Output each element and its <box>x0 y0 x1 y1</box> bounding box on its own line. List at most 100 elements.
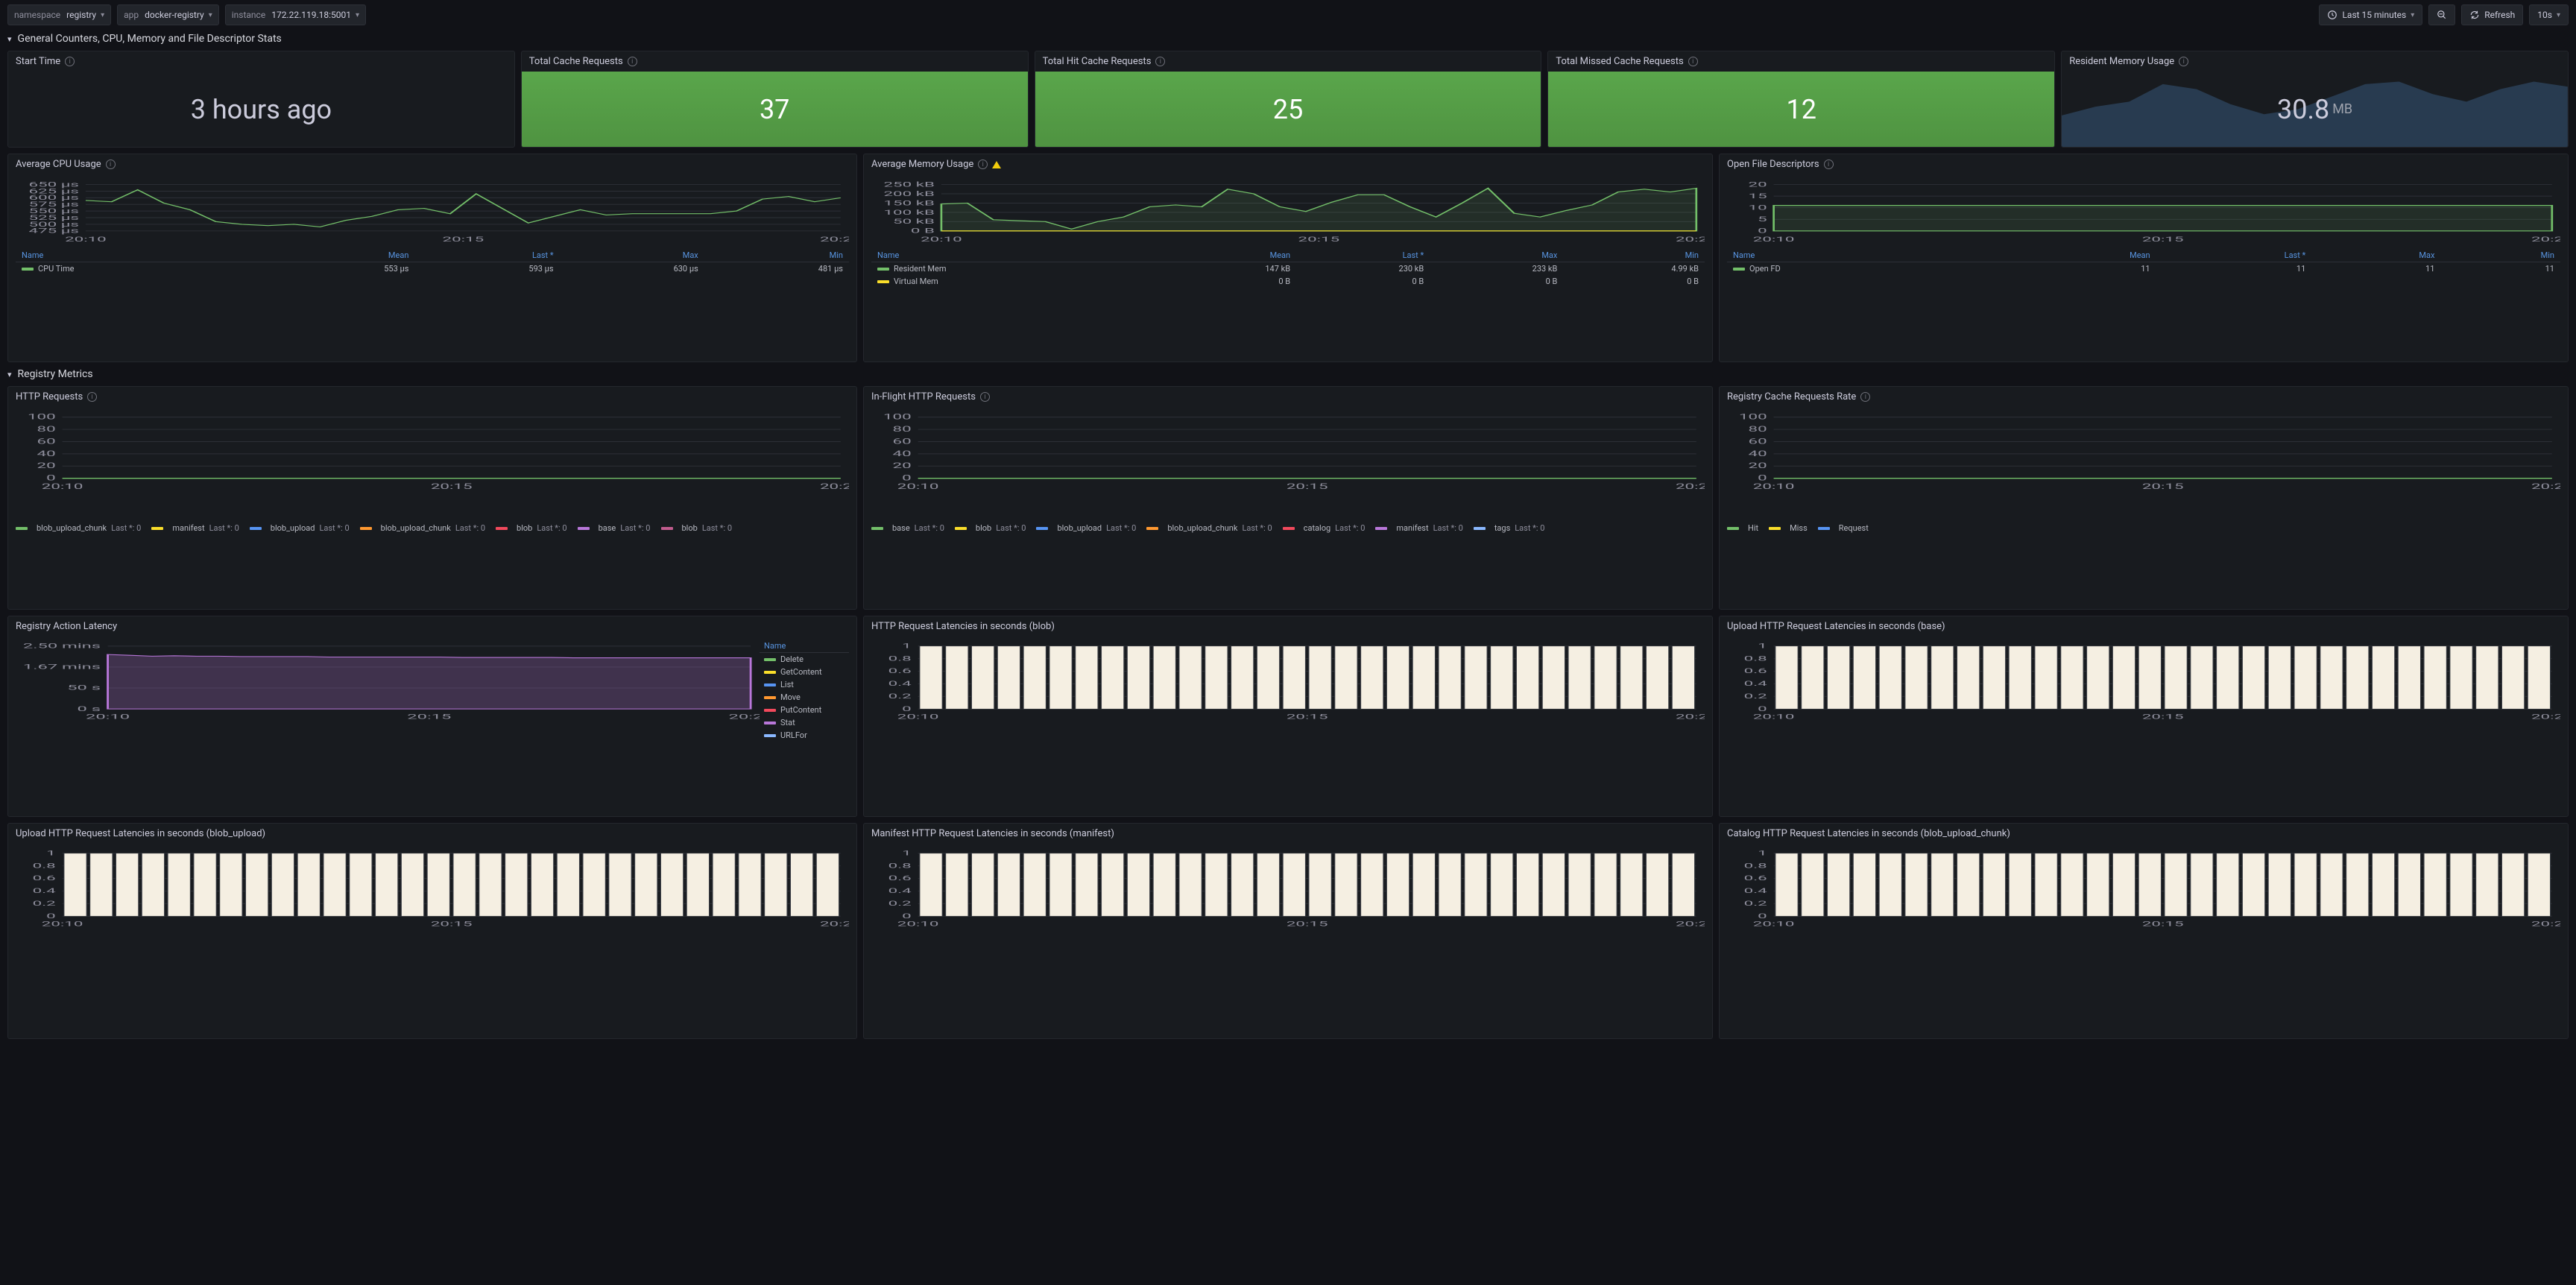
clock-icon <box>2327 10 2337 20</box>
chevron-down-icon: ▾ <box>2557 11 2560 19</box>
svg-text:0: 0 <box>1758 705 1767 713</box>
legend: blob_upload_chunkLast *: 0 manifestLast *… <box>8 519 856 537</box>
svg-text:20: 20 <box>37 462 56 470</box>
refresh-icon <box>2469 10 2480 20</box>
svg-text:50 kB: 50 kB <box>893 218 935 226</box>
legend-item[interactable]: blob_uploadLast *: 0 <box>1036 523 1136 533</box>
svg-text:20:10: 20:10 <box>897 713 939 721</box>
svg-text:0.2: 0.2 <box>1744 692 1767 700</box>
panel-title: In-Flight HTTP Requests <box>871 391 976 402</box>
panel-resident-mem-stat[interactable]: Resident Memory Usage i 30.8 MB <box>2061 51 2569 148</box>
legend-item[interactable]: Request <box>1818 523 1869 533</box>
filter-namespace[interactable]: namespace registry ▾ <box>7 4 111 25</box>
section-general-header[interactable]: ▾ General Counters, CPU, Memory and File… <box>7 33 2569 45</box>
panel-start-time[interactable]: Start Time i 3 hours ago <box>7 51 515 148</box>
panel-title: HTTP Requests <box>16 391 83 402</box>
panel-title: Total Missed Cache Requests <box>1556 56 1683 67</box>
panel-latency-blob-upload[interactable]: Upload HTTP Request Latencies in seconds… <box>7 823 857 1039</box>
panel-latency-blob[interactable]: HTTP Request Latencies in seconds (blob)… <box>863 616 1713 817</box>
legend-item[interactable]: tagsLast *: 0 <box>1474 523 1545 533</box>
panel-cache-rate[interactable]: Registry Cache Requests Rate i 020406080… <box>1719 386 2569 610</box>
legend-table: Name Mean Last * Max Min CPU Time553 µs5… <box>16 249 849 275</box>
chevron-down-icon: ▾ <box>7 34 12 44</box>
svg-text:0: 0 <box>1758 912 1767 920</box>
svg-text:60: 60 <box>893 438 912 446</box>
svg-text:0: 0 <box>902 705 912 713</box>
info-icon[interactable]: i <box>65 57 75 66</box>
section-registry-header[interactable]: ▾ Registry Metrics <box>7 368 2569 380</box>
legend-item[interactable]: baseLast *: 0 <box>871 523 944 533</box>
legend-item[interactable]: baseLast *: 0 <box>578 523 651 533</box>
panel-total-cache[interactable]: Total Cache Requests i 37 <box>521 51 1029 148</box>
legend-item[interactable]: Miss <box>1769 523 1808 533</box>
svg-text:20:20: 20:20 <box>820 921 849 928</box>
svg-text:20:15: 20:15 <box>2142 921 2184 928</box>
warning-icon[interactable] <box>992 161 1001 168</box>
svg-text:20:20: 20:20 <box>1676 921 1705 928</box>
refresh-button[interactable]: Refresh <box>2461 4 2523 25</box>
legend-item[interactable]: blob_upload_chunkLast *: 0 <box>1146 523 1272 533</box>
info-icon[interactable]: i <box>628 57 637 66</box>
panel-http-requests[interactable]: HTTP Requests i 02040608010020:1020:1520… <box>7 386 857 610</box>
filter-instance[interactable]: instance 172.22.119.18:5001 ▾ <box>225 4 366 25</box>
legend-item[interactable]: blobLast *: 0 <box>955 523 1026 533</box>
toolbar: namespace registry ▾ app docker-registry… <box>7 4 2569 25</box>
svg-text:0.2: 0.2 <box>888 692 912 700</box>
svg-text:40: 40 <box>893 449 912 458</box>
svg-text:5: 5 <box>1758 215 1767 224</box>
info-icon[interactable]: i <box>1688 57 1698 66</box>
info-icon[interactable]: i <box>2179 57 2188 66</box>
section-title: Registry Metrics <box>18 368 93 380</box>
svg-text:20:10: 20:10 <box>1753 921 1795 928</box>
flat-chart: 02040608010020:1020:1520:20 <box>16 410 849 492</box>
legend-item[interactable]: blob_upload_chunkLast *: 0 <box>360 523 485 533</box>
info-icon[interactable]: i <box>87 392 97 402</box>
refresh-interval-picker[interactable]: 10s ▾ <box>2529 4 2569 25</box>
svg-text:20:10: 20:10 <box>86 713 130 721</box>
legend-item[interactable]: blob_uploadLast *: 0 <box>250 523 350 533</box>
svg-text:20:15: 20:15 <box>2142 483 2184 491</box>
filter-app[interactable]: app docker-registry ▾ <box>117 4 219 25</box>
panel-total-miss[interactable]: Total Missed Cache Requests i 12 <box>1547 51 2055 148</box>
legend-item[interactable]: blob_upload_chunkLast *: 0 <box>16 523 141 533</box>
svg-text:20:15: 20:15 <box>407 713 451 721</box>
svg-text:0.6: 0.6 <box>888 667 912 675</box>
panel-title: Total Hit Cache Requests <box>1043 56 1152 67</box>
svg-text:0.8: 0.8 <box>1744 862 1767 870</box>
svg-text:20:15: 20:15 <box>1287 483 1328 491</box>
legend-table: Name Mean Last * Max Min Open FD11111111 <box>1727 249 2560 275</box>
svg-text:0.6: 0.6 <box>33 874 56 882</box>
legend-item[interactable]: manifestLast *: 0 <box>151 523 239 533</box>
timerange-picker[interactable]: Last 15 minutes ▾ <box>2319 4 2422 25</box>
legend-item[interactable]: blobLast *: 0 <box>496 523 567 533</box>
bar-chart: 00.20.40.60.8120:1020:1520:20 <box>871 847 1705 929</box>
legend-item[interactable]: blobLast *: 0 <box>661 523 733 533</box>
legend-item[interactable]: catalogLast *: 0 <box>1283 523 1366 533</box>
info-icon[interactable]: i <box>978 160 988 169</box>
svg-text:1: 1 <box>1758 642 1767 650</box>
info-icon[interactable]: i <box>980 392 990 402</box>
svg-text:100: 100 <box>1739 413 1767 421</box>
svg-text:100: 100 <box>883 413 912 421</box>
panel-avg-cpu[interactable]: Average CPU Usage i 475 µs500 µs525 µs55… <box>7 154 857 362</box>
info-icon[interactable]: i <box>1155 57 1165 66</box>
legend-table: Name Mean Last * Max Min Resident Mem147… <box>871 249 1705 288</box>
panel-avg-mem[interactable]: Average Memory Usage i 0 B50 kB100 kB150… <box>863 154 1713 362</box>
svg-text:0.6: 0.6 <box>888 874 912 882</box>
panel-total-hit[interactable]: Total Hit Cache Requests i 25 <box>1035 51 1542 148</box>
info-icon[interactable]: i <box>1860 392 1870 402</box>
panel-latency-catalog[interactable]: Catalog HTTP Request Latencies in second… <box>1719 823 2569 1039</box>
info-icon[interactable]: i <box>106 160 116 169</box>
panel-inflight[interactable]: In-Flight HTTP Requests i 02040608010020… <box>863 386 1713 610</box>
zoom-out-button[interactable] <box>2428 4 2455 25</box>
info-icon[interactable]: i <box>1824 160 1834 169</box>
filter-key: instance <box>226 10 271 20</box>
legend-item[interactable]: manifestLast *: 0 <box>1375 523 1462 533</box>
panel-latency-base[interactable]: Upload HTTP Request Latencies in seconds… <box>1719 616 2569 817</box>
panel-title: Registry Action Latency <box>16 621 117 632</box>
legend-item[interactable]: Hit <box>1727 523 1758 533</box>
panel-action-latency[interactable]: Registry Action Latency 0 s50 s1.67 mins… <box>7 616 857 817</box>
svg-text:0.4: 0.4 <box>33 887 57 894</box>
panel-open-fd[interactable]: Open File Descriptors i 0510152020:1020:… <box>1719 154 2569 362</box>
panel-latency-manifest[interactable]: Manifest HTTP Request Latencies in secon… <box>863 823 1713 1039</box>
